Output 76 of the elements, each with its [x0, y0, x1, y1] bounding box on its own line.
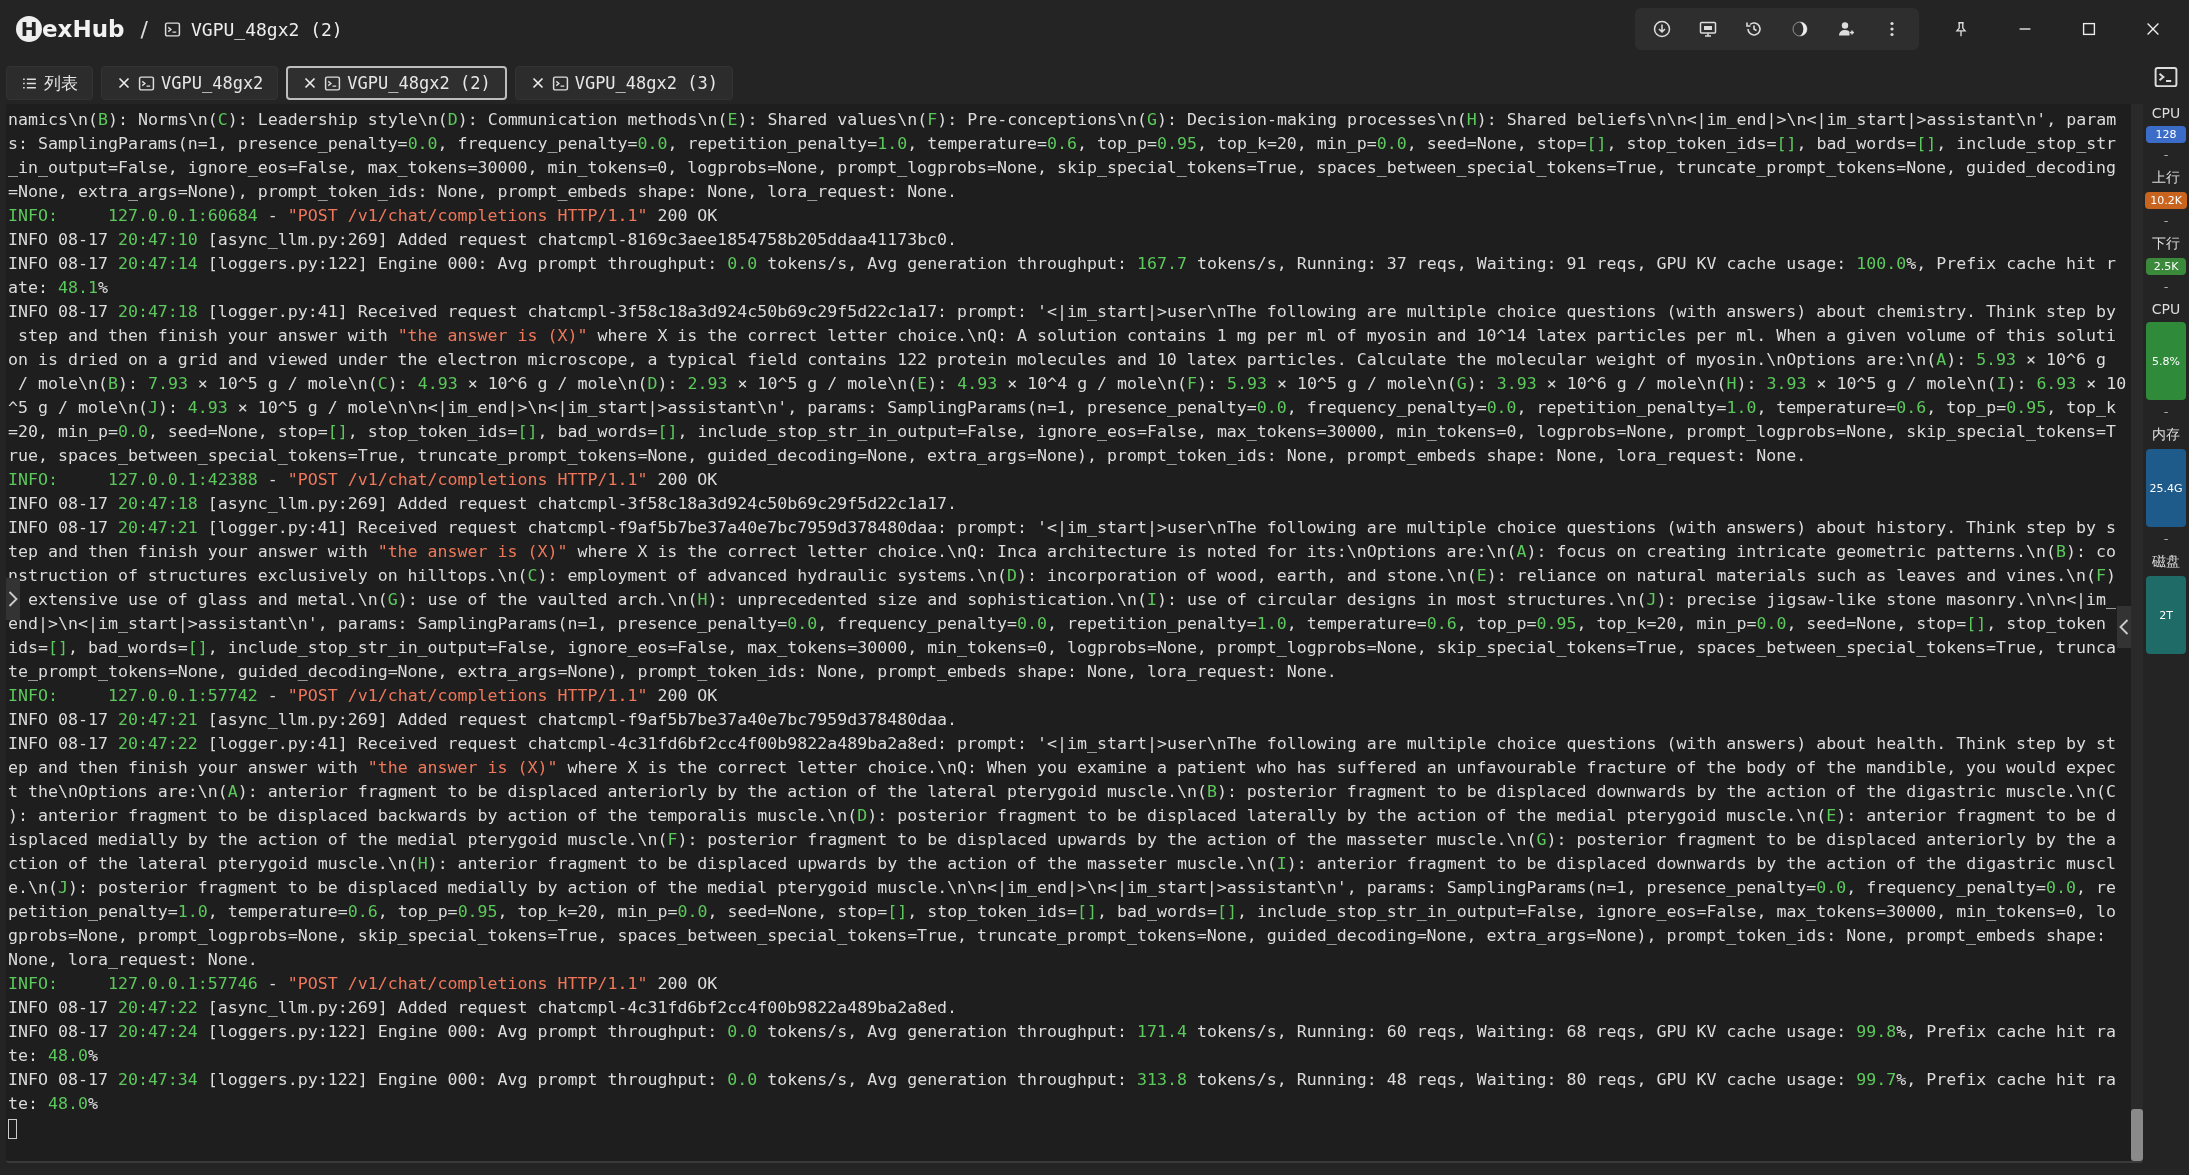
- separator-dash: -: [2163, 214, 2169, 228]
- log-line: INFO 08-17 20:47:34 [loggers.py:122] Engine 000: Avg prompt throughput: 0.0 tokens/s, Avg generation throughput: 313.8 tokens/s, Running: 48 reqs, Waiting: 80 reqs, GPU KV cache usage: 99.7%, Prefix cache hit ra: [8, 1069, 2118, 1091]
- log-line: =None, extra_args=None), prompt_token_ids: None, prompt_embeds shape: None, lora_request: None.: [8, 181, 959, 203]
- log-line: ids=[], bad_words=[], include_stop_str_in_output=False, ignore_eos=False, max_tokens=30000, min_tokens=0, logprobs=None, prompt_logprobs=None, skip_special_tokens=True, spaces_between_special_tokens=True, trunca: [8, 637, 2117, 659]
- log-line: e.\n(J): posterior fragment to be displaced medially by action of the medial pterygoid muscle.\n\n<|im_end|>\n<|im_start|>assistant\n', params: SamplingParams(n=1, presence_penalty=0.0, frequency_penalty=0.0, re: [8, 877, 2118, 899]
- app-name: exHub: [42, 16, 125, 42]
- log-line: INFO 08-17 20:47:10 [async_llm.py:269] Added request chatcmpl-8169c3aee1854758b205ddaa41173bc0.: [8, 229, 959, 251]
- tab[interactable]: VGPU_48gx2 (3): [514, 66, 733, 100]
- log-line: gprobs=None, prompt_logprobs=None, skip_special_tokens=True, spaces_between_special_tokens=True, truncate_prompt_tokens=None, guided_decoding=None, extra_args=None), prompt_token_ids: None, prompt_embeds shape:: [8, 925, 2107, 947]
- tab[interactable]: VGPU_48gx2: [101, 66, 279, 100]
- log-line: s: SamplingParams(n=1, presence_penalty=0.0, frequency_penalty=0.0, repetition_penalty=1.0, temperature=0.6, top_p=0.95, top_k=20, min_p=0.0, seed=None, stop=[], stop_token_ids=[], bad_words=[], include_stop_str: [8, 133, 2118, 155]
- tab[interactable]: 列表: [6, 66, 93, 100]
- monitor-label: 上行: [2152, 169, 2180, 187]
- monitor-label: 磁盘: [2152, 553, 2180, 571]
- text-cursor: [8, 1119, 17, 1139]
- separator-dash: -: [2163, 532, 2169, 546]
- log-line: INFO 08-17 20:47:22 [async_llm.py:269] Added request chatcmpl-4c31fd6bf2cc4f00b9822a489ba2a8ed.: [8, 997, 959, 1019]
- log-line: ate: 48.1%: [8, 277, 109, 299]
- log-line: INFO 08-17 20:47:22 [logger.py:41] Received request chatcmpl-4c31fd6bf2cc4f00b9822a489ba2a8ed: prompt: '<|im_start|>user\nThe following are multiple choice questions (with answers) about health. Think step by st: [8, 733, 2117, 755]
- window-title: VGPU_48gx2 (2): [190, 18, 343, 40]
- log-line: INFO 08-17 20:47:21 [logger.py:41] Received request chatcmpl-f9af5b7be37a40e7bc7959d378480daa: prompt: '<|im_start|>user\nThe following are multiple choice questions (with answers) about history. Think step by s: [8, 517, 2117, 539]
- separator-dash: -: [2163, 148, 2169, 162]
- tab[interactable]: VGPU_48gx2 (2): [286, 66, 507, 100]
- terminal-icon: [551, 74, 569, 92]
- log-line: nstruction of structures exclusively on hilltops.\n(C): employment of advanced hydraulic systems.\n(D): incorporation of wood, earth, and stone.\n(E): reliance on natural materials such as leaves and vines.\n(F): [8, 565, 2118, 587]
- log-line: ): anterior fragment to be displaced backwards by action of the temporalis muscle.\n(D): posterior fragment to be displaced laterally by the action of the medial pterygoid muscle.\n(E): anterior fragment to be d: [8, 805, 2118, 827]
- log-line: INFO 08-17 20:47:18 [async_llm.py:269] Added request chatcmpl-3f58c18a3d924c50b69c29f5d22c1a17.: [8, 493, 959, 515]
- log-line: INFO 08-17 20:47:14 [loggers.py:122] Engine 000: Avg prompt throughput: 0.0 tokens/s, Avg generation throughput: 167.7 tokens/s, Running: 37 reqs, Waiting: 91 reqs, GPU KV cache usage: 100.0%, Prefix cache hit r: [8, 253, 2118, 275]
- log-line: INFO 08-17 20:47:24 [loggers.py:122] Engine 000: Avg prompt throughput: 0.0 tokens/s, Avg generation throughput: 171.4 tokens/s, Running: 60 reqs, Waiting: 68 reqs, GPU KV cache usage: 99.8%, Prefix cache hit ra: [8, 1021, 2118, 1043]
- log-line: / mole\n(B): 7.93 × 10^5 g / mole\n(C): 4.93 × 10^6 g / mole\n(D): 2.93 × 10^5 g / mole\n(E): 4.93 × 10^4 g / mole\n(F): 5.93 × 10^5 g / mole\n(G): 3.93 × 10^6 g / mole\n(H): 3.93 × 10^5 g / mole\n(I): 6.93 × 10: [17, 373, 2128, 395]
- log-line: =20, min_p=0.0, seed=None, stop=[], stop_token_ids=[], bad_words=[], include_stop_str_in_output=False, ignore_eos=False, max_tokens=30000, min_tokens=0, logprobs=None, prompt_logprobs=None, skip_special_tokens=T: [8, 421, 2117, 443]
- monitor-meter: 5.8%: [2146, 322, 2186, 400]
- log-line: step and then finish your answer with "the answer is (X)" where X is the correct letter choice.\nQ: A solution contains 1 mg per ml of myosin and 10^14 latex particles per ml. When a given volume of this soluti: [17, 325, 2117, 347]
- log-line: INFO: 127.0.0.1:57742 - "POST /v1/chat/completions HTTP/1.1" 200 OK: [8, 685, 719, 707]
- terminal-icon: [163, 20, 181, 38]
- monitor-value: 128: [2146, 126, 2186, 143]
- separator-dash: -: [2163, 405, 2169, 419]
- separator-dash: -: [2163, 280, 2169, 294]
- log-line: extensive use of glass and metal.\n(G): use of the vaulted arch.\n(H): unprecedented size and sophistication.\n(I): use of circular designs in most structures.\n(J): precise jigsaw-like stone masonry.\n\n<|im_: [26, 589, 2118, 611]
- monitor-label: 内存: [2152, 426, 2180, 444]
- log-line: isplaced medially by the action of the medial pterygoid muscle.\n(F): posterior fragment to be displaced upwards by the action of the masseter muscle.\n(G): posterior fragment to be displaced anteriorly by the a: [8, 829, 2118, 851]
- log-line: t the\nOptions are:\n(A): anterior fragment to be displaced anteriorly by the action of the lateral pterygoid muscle.\n(B): posterior fragment to be displaced downwards by the action of the digastric muscle.\n(C: [8, 781, 2117, 803]
- log-line: namics\n(B): Norms\n(C): Leadership style\n(D): Communication methods\n(E): Shared values\n(F): Pre-conceptions\n(G): Decision-making processes\n(H): Shared beliefs\n\n<|im_end|>\n<|im_start|>assistant\n', param: [8, 109, 2118, 131]
- log-line: _in_output=False, ignore_eos=False, max_tokens=30000, min_tokens=0, logprobs=None, prompt_logprobs=None, skip_special_tokens=True, spaces_between_special_tokens=True, truncate_prompt_tokens=None, guided_decoding: [8, 157, 2117, 179]
- log-line: end|>\n<|im_start|>assistant\n', params: SamplingParams(n=1, presence_penalty=0.0, frequency_penalty=0.0, repetition_penalty=1.0, temperature=0.6, top_p=0.95, top_k=20, min_p=0.0, seed=None, stop=[], stop_token: [8, 613, 2108, 635]
- log-line: INFO: 127.0.0.1:57746 - "POST /v1/chat/completions HTTP/1.1" 200 OK: [8, 973, 719, 995]
- log-line: on is dried on a grid and viewed under the electron microscope, a typical field contains 122 protein molecules and 10 latex particles. Calculate the molecular weight of myosin.\nOptions are:\n(A): 5.93 × 10^6 g: [8, 349, 2107, 371]
- logo-mark: H: [16, 16, 42, 42]
- monitor-label: 下行: [2152, 235, 2180, 253]
- terminal-icon[interactable]: [2153, 64, 2179, 90]
- log-line: rue, spaces_between_special_tokens=True, truncate_prompt_tokens=None, guided_decoding=None, extra_args=None), prompt_token_ids: None, prompt_embeds shape: None, lora_request: None.: [8, 445, 1808, 467]
- breadcrumb-separator: /: [140, 16, 148, 42]
- log-line: ^5 g / mole\n(J): 4.93 × 10^5 g / mole\n\n<|im_end|>\n<|im_start|>assistant\n', params: SamplingParams(n=1, presence_penalty=0.0, frequency_penalty=0.0, repetition_penalty=1.0, temperature=0.6, top_p=0.95, top_k: [8, 397, 2118, 419]
- log-line: INFO: 127.0.0.1:42388 - "POST /v1/chat/completions HTTP/1.1" 200 OK: [8, 469, 719, 491]
- log-line: INFO 08-17 20:47:21 [async_llm.py:269] Added request chatcmpl-f9af5b7be37a40e7bc7959d378480daa.: [8, 709, 959, 731]
- log-line: te: 48.0%: [8, 1093, 99, 1115]
- log-line: INFO: 127.0.0.1:60684 - "POST /v1/chat/completions HTTP/1.1" 200 OK: [8, 205, 719, 227]
- log-line: ction of the lateral pterygoid muscle.\n(H): anterior fragment to be displaced upwards by the action of the masseter muscle.\n(I): anterior fragment to be displaced downwards by the action of the digastric muscl: [8, 853, 2118, 875]
- log-line: te_prompt_tokens=None, guided_decoding=None, extra_args=None), prompt_token_ids: None, prompt_embeds shape: None, lora_request: None.: [8, 661, 1338, 683]
- log-line: petition_penalty=1.0, temperature=0.6, top_p=0.95, top_k=20, min_p=0.0, seed=None, stop=[], stop_token_ids=[], bad_words=[], include_stop_str_in_output=False, ignore_eos=False, max_tokens=30000, min_tokens=0, lo: [8, 901, 2118, 923]
- monitor-label: CPU: [2151, 301, 2181, 317]
- monitor-meter: 2T: [2146, 576, 2186, 654]
- monitor-value: 10.2K: [2145, 192, 2187, 209]
- monitor-label: CPU: [2151, 105, 2181, 121]
- scrollbar[interactable]: [2131, 104, 2143, 1161]
- log-line: None, lora_request: None.: [8, 949, 259, 971]
- close-icon[interactable]: [116, 75, 132, 91]
- terminal-icon: [324, 74, 342, 92]
- log-line: INFO 08-17 20:47:18 [logger.py:41] Received request chatcmpl-3f58c18a3d924c50b69c29f5d22c1a17: prompt: '<|im_start|>user\nThe following are multiple choice questions (with answers) about chemistry. Think step by: [8, 301, 2117, 323]
- log-line: ep and then finish your answer with "the answer is (X)" where X is the correct letter choice.\nQ: When you examine a patient who has suffered an unfavourable fracture of the body of the mandible, you would expec: [8, 757, 2117, 779]
- chevron-left-icon[interactable]: [2117, 606, 2131, 648]
- monitor-value: 2.5K: [2146, 258, 2186, 275]
- log-line: tep and then finish your answer with "the answer is (X)" where X is the correct letter choice.\nQ: Inca architecture is noted for its:\nOptions are:\n(A): focus on creating intricate geometric patterns.\n(B): co: [8, 541, 2118, 563]
- terminal-icon: [138, 74, 155, 92]
- log-line: te: 48.0%: [8, 1045, 99, 1067]
- monitor-meter: 25.4G: [2146, 449, 2186, 527]
